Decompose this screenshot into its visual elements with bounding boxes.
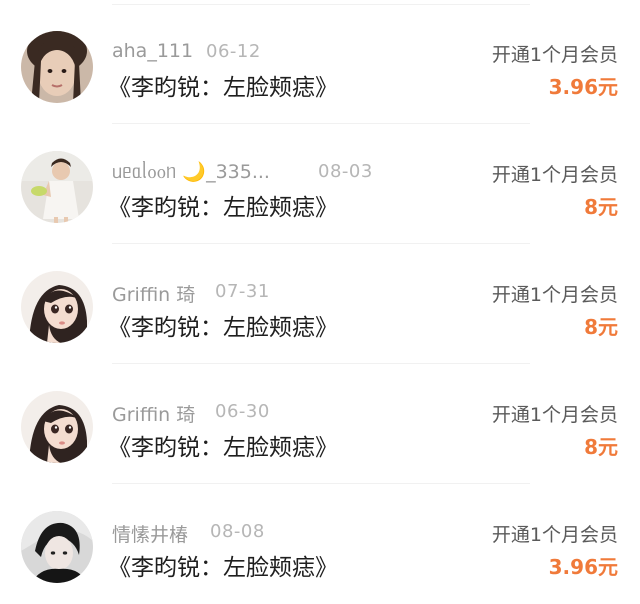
list-item[interactable]: ᥙᥱᥲᥣ᧐᧐ᥒ 🌙_335... 08-03 《李昀锐：左脸颊痣》 开通1个月会…	[0, 124, 640, 244]
username[interactable]: ᥙᥱᥲᥣ᧐᧐ᥒ 🌙_335...	[112, 160, 270, 184]
book-title[interactable]: 《李昀锐：左脸颊痣》	[108, 308, 338, 342]
book-title[interactable]: 《李昀锐：左脸颊痣》	[108, 548, 338, 582]
user-avatar-icon[interactable]	[21, 151, 93, 223]
list-item[interactable]: Griffin 琦 07-31 《李昀锐：左脸颊痣》 开通1个月会员 8元	[0, 244, 640, 364]
user-avatar-icon[interactable]	[21, 31, 93, 103]
date-label: 07-31	[215, 281, 270, 302]
username[interactable]: Griffin 琦	[112, 280, 195, 307]
price-label: 8元	[584, 195, 618, 219]
username[interactable]: 情愫井椿	[112, 520, 188, 547]
membership-action-label: 开通1个月会员	[491, 524, 618, 546]
price-label: 3.96元	[548, 555, 618, 579]
membership-action-label: 开通1个月会员	[491, 44, 618, 66]
membership-action-label: 开通1个月会员	[491, 284, 618, 306]
user-avatar-icon[interactable]	[21, 271, 93, 343]
membership-record-list: aha_111 06-12 《李昀锐：左脸颊痣》 开通1个月会员 3.96元 ᥙ…	[0, 0, 640, 598]
price-label: 8元	[584, 435, 618, 459]
membership-action-label: 开通1个月会员	[491, 404, 618, 426]
date-label: 08-08	[210, 521, 265, 542]
username[interactable]: aha_111	[112, 40, 193, 62]
date-label: 06-30	[215, 401, 270, 422]
user-avatar-icon[interactable]	[21, 391, 93, 463]
book-title[interactable]: 《李昀锐：左脸颊痣》	[108, 68, 338, 102]
list-item[interactable]: aha_111 06-12 《李昀锐：左脸颊痣》 开通1个月会员 3.96元	[0, 4, 640, 124]
price-label: 3.96元	[548, 75, 618, 99]
list-item[interactable]: Griffin 琦 06-30 《李昀锐：左脸颊痣》 开通1个月会员 8元	[0, 364, 640, 484]
membership-action-label: 开通1个月会员	[491, 164, 618, 186]
list-item[interactable]: 情愫井椿 08-08 《李昀锐：左脸颊痣》 开通1个月会员 3.96元	[0, 484, 640, 604]
user-avatar-icon[interactable]	[21, 511, 93, 583]
book-title[interactable]: 《李昀锐：左脸颊痣》	[108, 428, 338, 462]
price-label: 8元	[584, 315, 618, 339]
date-label: 06-12	[206, 41, 261, 62]
username[interactable]: Griffin 琦	[112, 400, 195, 427]
book-title[interactable]: 《李昀锐：左脸颊痣》	[108, 188, 338, 222]
date-label: 08-03	[318, 161, 373, 182]
